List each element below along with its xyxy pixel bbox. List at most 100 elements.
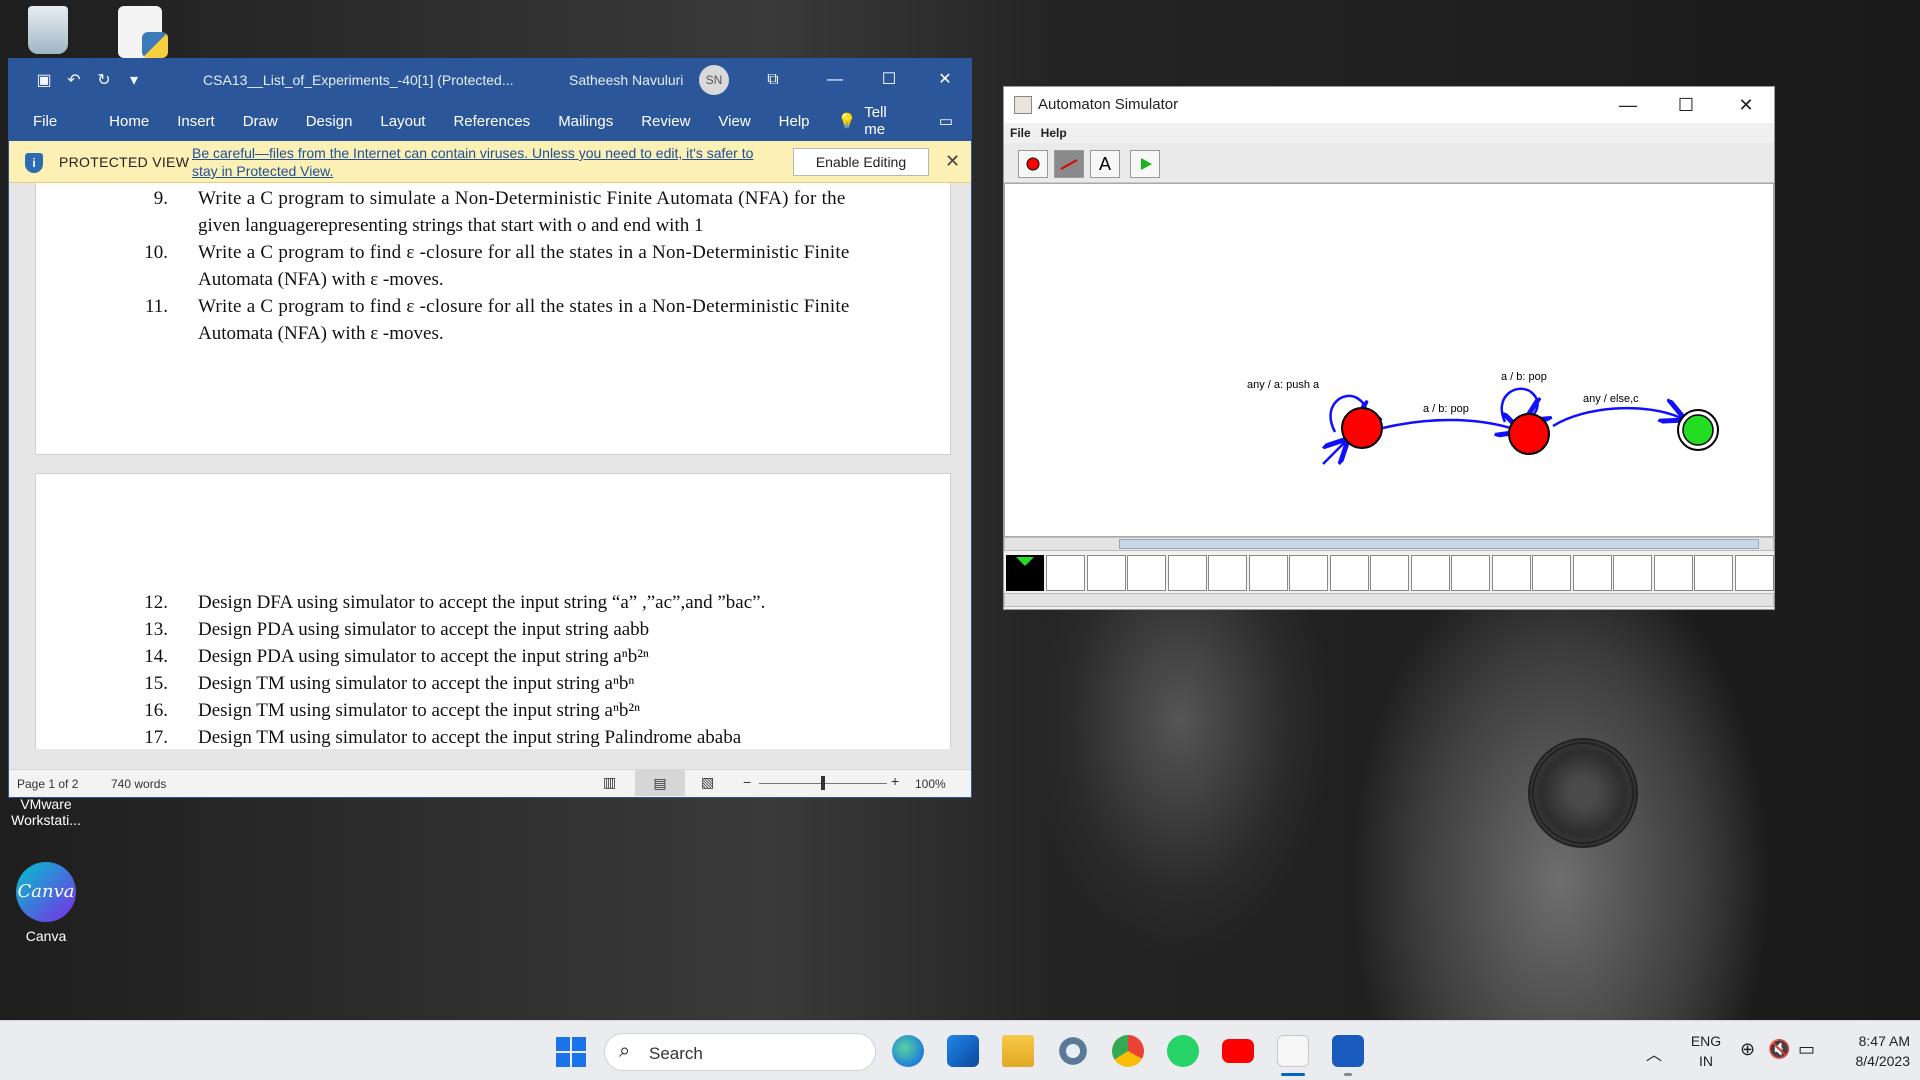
zoom-out-icon[interactable]: − [743, 774, 751, 790]
menu-file[interactable]: File [1010, 126, 1031, 140]
list-item: Design DFA using simulator to accept the… [198, 592, 766, 613]
text-tool-button[interactable]: A [1090, 150, 1120, 178]
tape-cell[interactable] [1127, 555, 1166, 591]
active-app-indicator [1281, 1073, 1305, 1076]
automaton-canvas[interactable]: any / a: push a a / b: pop a / b: pop an… [1004, 183, 1774, 537]
zoom-in-icon[interactable]: + [891, 773, 899, 789]
java-app-icon[interactable] [1277, 1035, 1309, 1067]
edge-icon[interactable] [892, 1035, 924, 1067]
network-icon[interactable]: ⊕ [1740, 1039, 1755, 1060]
user-name[interactable]: Satheesh Navuluri [569, 72, 683, 88]
tape-cell[interactable] [1613, 555, 1652, 591]
enable-editing-button[interactable]: Enable Editing [793, 148, 929, 176]
start-button[interactable] [556, 1037, 586, 1067]
tab-design[interactable]: Design [306, 113, 353, 130]
file-explorer-icon[interactable] [1002, 1035, 1034, 1067]
youtube-icon[interactable] [1222, 1039, 1254, 1063]
tape-cell[interactable] [1248, 555, 1288, 591]
tab-file[interactable]: File [33, 113, 57, 130]
desktop-icon-python-file[interactable] [100, 6, 180, 64]
list-item: Design PDA using simulator to accept the… [198, 646, 649, 667]
desktop-icon-canva[interactable]: Canva Canva [6, 862, 86, 944]
page-count[interactable]: Page 1 of 2 [17, 777, 78, 791]
tape-cell[interactable] [1208, 555, 1247, 591]
add-state-button[interactable] [1018, 150, 1048, 178]
tape-cell[interactable] [1451, 555, 1490, 591]
save-icon[interactable]: ▣ [29, 70, 59, 90]
redo-icon[interactable]: ↻ [89, 70, 119, 90]
maximize-button[interactable]: ☐ [871, 65, 907, 95]
document-area[interactable]: 9. Write a C program to simulate a Non-D… [9, 183, 971, 749]
tab-view[interactable]: View [718, 113, 750, 130]
tab-home[interactable]: Home [109, 113, 149, 130]
tab-layout[interactable]: Layout [380, 113, 425, 130]
tape-cell[interactable] [1694, 555, 1733, 591]
whatsapp-icon[interactable] [1167, 1035, 1199, 1067]
minimize-button[interactable]: — [817, 65, 853, 95]
tape-cell[interactable] [1532, 555, 1571, 591]
tape-cell[interactable] [1410, 555, 1450, 591]
tab-review[interactable]: Review [641, 113, 690, 130]
word-count[interactable]: 740 words [111, 777, 166, 791]
edge-label: any / a: push a [1247, 379, 1320, 391]
state-q1[interactable] [1508, 413, 1550, 455]
language-indicator[interactable]: ENG IN [1688, 1031, 1724, 1071]
settings-icon[interactable] [1057, 1035, 1089, 1067]
tab-insert[interactable]: Insert [177, 113, 215, 130]
protected-view-label: PROTECTED VIEW [59, 154, 190, 170]
customize-toolbar-icon[interactable]: ▾ [119, 70, 149, 90]
word-icon[interactable] [1332, 1035, 1364, 1067]
tape-cell[interactable] [1086, 555, 1126, 591]
scrollbar-thumb[interactable] [1119, 539, 1759, 549]
input-tape[interactable] [1004, 553, 1774, 591]
avatar[interactable]: SN [699, 65, 729, 95]
protected-view-message[interactable]: Be careful—files from the Internet can c… [192, 144, 782, 180]
close-button[interactable]: ✕ [927, 65, 963, 95]
maximize-button[interactable]: ☐ [1666, 91, 1706, 119]
menu-help[interactable]: Help [1041, 126, 1067, 140]
read-mode-icon[interactable]: ▥ [603, 774, 616, 791]
zoom-slider-thumb[interactable] [821, 776, 825, 790]
web-layout-icon[interactable]: ▧ [701, 774, 714, 791]
volume-muted-icon[interactable]: 🔇 [1768, 1039, 1790, 1060]
tape-cell[interactable] [1370, 555, 1409, 591]
canvas-horizontal-scrollbar[interactable] [1004, 537, 1774, 551]
ribbon-display-icon[interactable]: ⧉ [755, 65, 791, 95]
tape-cell[interactable] [1653, 555, 1693, 591]
tab-draw[interactable]: Draw [243, 113, 278, 130]
desktop-icon-vmware[interactable]: VMware Workstati... [6, 796, 86, 828]
battery-icon[interactable]: ▭ [1798, 1039, 1815, 1060]
tape-cell[interactable] [1329, 555, 1369, 591]
tab-references[interactable]: References [453, 113, 530, 130]
zoom-level[interactable]: 100% [915, 777, 946, 791]
state-q2-accept[interactable] [1682, 414, 1714, 446]
close-icon[interactable]: ✕ [945, 151, 960, 172]
tell-me-search[interactable]: Tell me [864, 104, 911, 138]
chevron-up-icon[interactable]: ︿ [1646, 1041, 1662, 1065]
tape-cell[interactable] [1734, 555, 1774, 591]
chrome-icon[interactable] [1112, 1035, 1144, 1067]
recycle-bin-icon [28, 6, 68, 54]
desktop-icon-recycle-bin[interactable] [8, 6, 88, 60]
run-button[interactable] [1130, 150, 1160, 178]
minimize-button[interactable]: — [1608, 91, 1648, 119]
add-transition-button[interactable] [1054, 150, 1084, 178]
list-item: Design TM using simulator to accept the … [198, 700, 641, 721]
tape-cell[interactable] [1572, 555, 1612, 591]
tab-help[interactable]: Help [779, 113, 810, 130]
list-item: given languagerepresenting strings that … [198, 215, 704, 236]
store-icon[interactable] [947, 1035, 979, 1067]
tape-cell[interactable] [1491, 555, 1531, 591]
tape-cell[interactable] [1046, 555, 1085, 591]
state-q0[interactable] [1341, 407, 1383, 449]
tab-mailings[interactable]: Mailings [558, 113, 613, 130]
undo-icon[interactable]: ↶ [59, 70, 89, 90]
comments-icon[interactable]: ▭ [939, 112, 953, 130]
taskbar-search[interactable]: ⌕ Search [604, 1033, 876, 1071]
clock[interactable]: 8:47 AM 8/4/2023 [1830, 1031, 1911, 1071]
tape-scrollbar[interactable] [1004, 593, 1774, 607]
print-layout-icon[interactable]: ▤ [635, 770, 685, 796]
tape-cell[interactable] [1289, 555, 1328, 591]
tape-cell[interactable] [1167, 555, 1207, 591]
close-button[interactable]: ✕ [1726, 91, 1766, 119]
